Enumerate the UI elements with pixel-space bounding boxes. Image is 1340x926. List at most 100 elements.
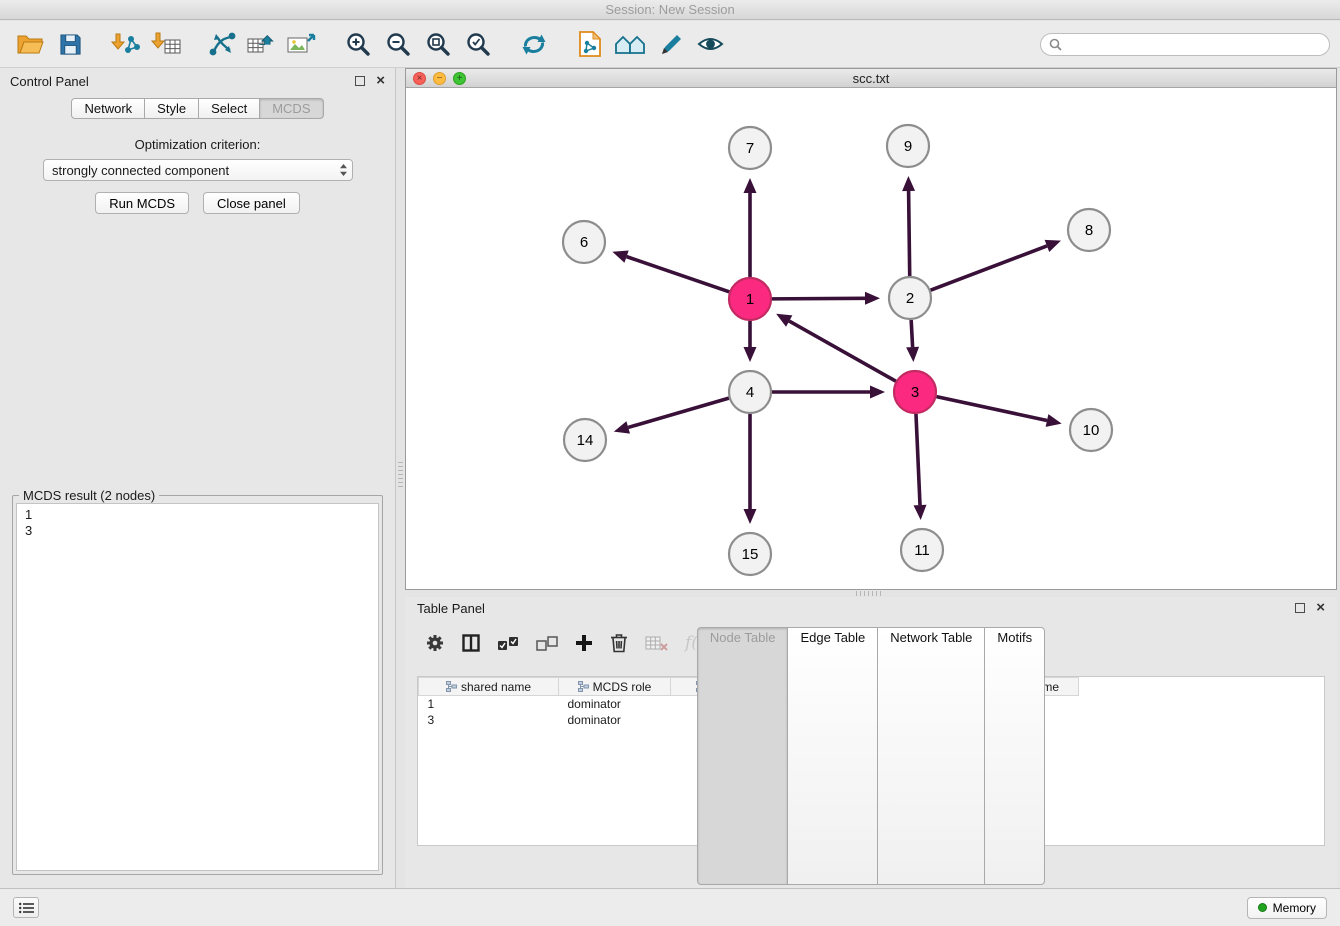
table-panel-title: Table Panel (417, 601, 485, 616)
eye-icon (697, 34, 724, 54)
window-title: Session: New Session (605, 2, 734, 17)
horizontal-splitter-handle[interactable] (856, 591, 882, 596)
tab-select[interactable]: Select (198, 98, 260, 119)
close-panel-icon[interactable]: × (376, 75, 385, 87)
float-table-panel-icon[interactable] (1295, 603, 1305, 613)
open-folder-icon (16, 32, 44, 56)
run-mcds-button[interactable]: Run MCDS (95, 192, 189, 214)
show-graphics-details-button[interactable] (690, 24, 730, 64)
memory-button[interactable]: Memory (1247, 897, 1327, 919)
zoom-out-button[interactable] (378, 24, 418, 64)
table-panel: Table Panel × (405, 597, 1337, 888)
close-panel-button[interactable]: Close panel (203, 192, 300, 214)
import-table-button[interactable] (146, 24, 186, 64)
graph-edge-2-9 (909, 191, 910, 276)
home-icons (614, 32, 646, 56)
graph-edge-arrowhead (744, 347, 757, 362)
ui-settings-button[interactable] (13, 897, 39, 918)
control-panel: Control Panel × NetworkStyleSelectMCDS O… (0, 68, 396, 888)
network-canvas[interactable]: 7968124314101511 (406, 88, 1336, 589)
network-window-titlebar: × − + scc.txt (406, 69, 1336, 88)
tab-style[interactable]: Style (144, 98, 199, 119)
tab-motifs[interactable]: Motifs (984, 627, 1045, 885)
mcds-buttons-row: Run MCDS Close panel (0, 192, 395, 214)
close-window-button[interactable]: × (413, 72, 426, 85)
vertical-splitter-handle[interactable] (398, 462, 403, 488)
status-bar: Memory (0, 888, 1340, 926)
graph-edge-arrowhead (614, 421, 630, 433)
new-network-button[interactable] (202, 24, 242, 64)
export-table-icon (247, 31, 277, 57)
graph-edge-arrowhead (744, 509, 757, 524)
paintbrush-icon (658, 32, 683, 57)
mcds-result-box: MCDS result (2 nodes) 13 (12, 495, 383, 875)
zoom-selected-button[interactable] (458, 24, 498, 64)
graph-edge-arrowhead (1045, 240, 1061, 252)
control-panel-tabs: NetworkStyleSelectMCDS (0, 98, 395, 119)
zoom-in-button[interactable] (338, 24, 378, 64)
network-window-title: scc.txt (406, 71, 1336, 86)
table-panel-header: Table Panel × (405, 597, 1337, 619)
refresh-icon (520, 32, 548, 57)
graph-node-label-14: 14 (577, 432, 594, 449)
criterion-dropdown[interactable]: strongly connected component (43, 159, 353, 181)
zoom-out-icon (385, 31, 411, 57)
graph-node-label-7: 7 (746, 140, 754, 157)
graph-edge-arrowhead (906, 347, 919, 362)
window-titlebar: Session: New Session (0, 0, 1340, 20)
graph-node-label-10: 10 (1083, 422, 1100, 439)
open-session-button[interactable] (10, 24, 50, 64)
graph-edge-arrowhead (870, 386, 885, 399)
zoom-fit-button[interactable] (418, 24, 458, 64)
graph-node-label-3: 3 (911, 384, 919, 401)
tab-node-table[interactable]: Node Table (697, 627, 789, 885)
graph-edge-1-6 (627, 257, 730, 292)
list-icon (19, 902, 34, 914)
tab-edge-table[interactable]: Edge Table (787, 627, 878, 885)
graph-node-label-8: 8 (1085, 222, 1093, 239)
close-table-panel-icon[interactable]: × (1316, 602, 1325, 614)
search-box (1040, 33, 1330, 56)
import-table-icon (151, 31, 181, 57)
graph-edge-4-14 (628, 398, 729, 427)
search-input[interactable] (1067, 37, 1321, 52)
refresh-layout-button[interactable] (514, 24, 554, 64)
import-network-icon (111, 31, 141, 57)
graph-edge-2-3 (911, 320, 912, 347)
export-table-button[interactable] (242, 24, 282, 64)
graph-node-label-11: 11 (914, 542, 930, 559)
table-panel-tabs: Node TableEdge TableNetwork TableMotifs (405, 627, 1337, 885)
dropdown-arrows-icon (339, 163, 348, 177)
graph-edge-arrowhead (865, 292, 880, 305)
graph-edge-3-10 (937, 397, 1048, 421)
export-image-button[interactable] (282, 24, 322, 64)
graph-node-label-4: 4 (746, 384, 754, 401)
graph-node-label-6: 6 (580, 234, 588, 251)
graph-edge-2-8 (931, 246, 1047, 290)
tab-mcds[interactable]: MCDS (259, 98, 323, 119)
new-network-icon (207, 31, 237, 57)
tab-network-table[interactable]: Network Table (877, 627, 985, 885)
graph-edge-arrowhead (612, 250, 628, 262)
memory-status-dot (1258, 903, 1267, 912)
maximize-window-button[interactable]: + (453, 72, 466, 85)
mcds-result-list[interactable]: 13 (16, 503, 379, 871)
tab-network[interactable]: Network (71, 98, 145, 119)
network-file-button[interactable] (570, 24, 610, 64)
graph-node-label-1: 1 (746, 291, 754, 308)
memory-label: Memory (1273, 901, 1316, 915)
graph-edge-arrowhead (744, 178, 757, 193)
nested-networks-button[interactable] (610, 24, 650, 64)
import-network-button[interactable] (106, 24, 146, 64)
save-session-button[interactable] (50, 24, 90, 64)
graph-edge-arrowhead (902, 176, 915, 191)
minimize-window-button[interactable]: − (433, 72, 446, 85)
export-image-icon (287, 31, 317, 57)
control-panel-title: Control Panel (10, 74, 89, 89)
apply-style-button[interactable] (650, 24, 690, 64)
graph-node-label-9: 9 (904, 138, 912, 155)
criterion-value: strongly connected component (52, 163, 229, 178)
mcds-result-title: MCDS result (2 nodes) (19, 488, 159, 503)
main-toolbar (0, 21, 1340, 68)
float-panel-icon[interactable] (355, 76, 365, 86)
